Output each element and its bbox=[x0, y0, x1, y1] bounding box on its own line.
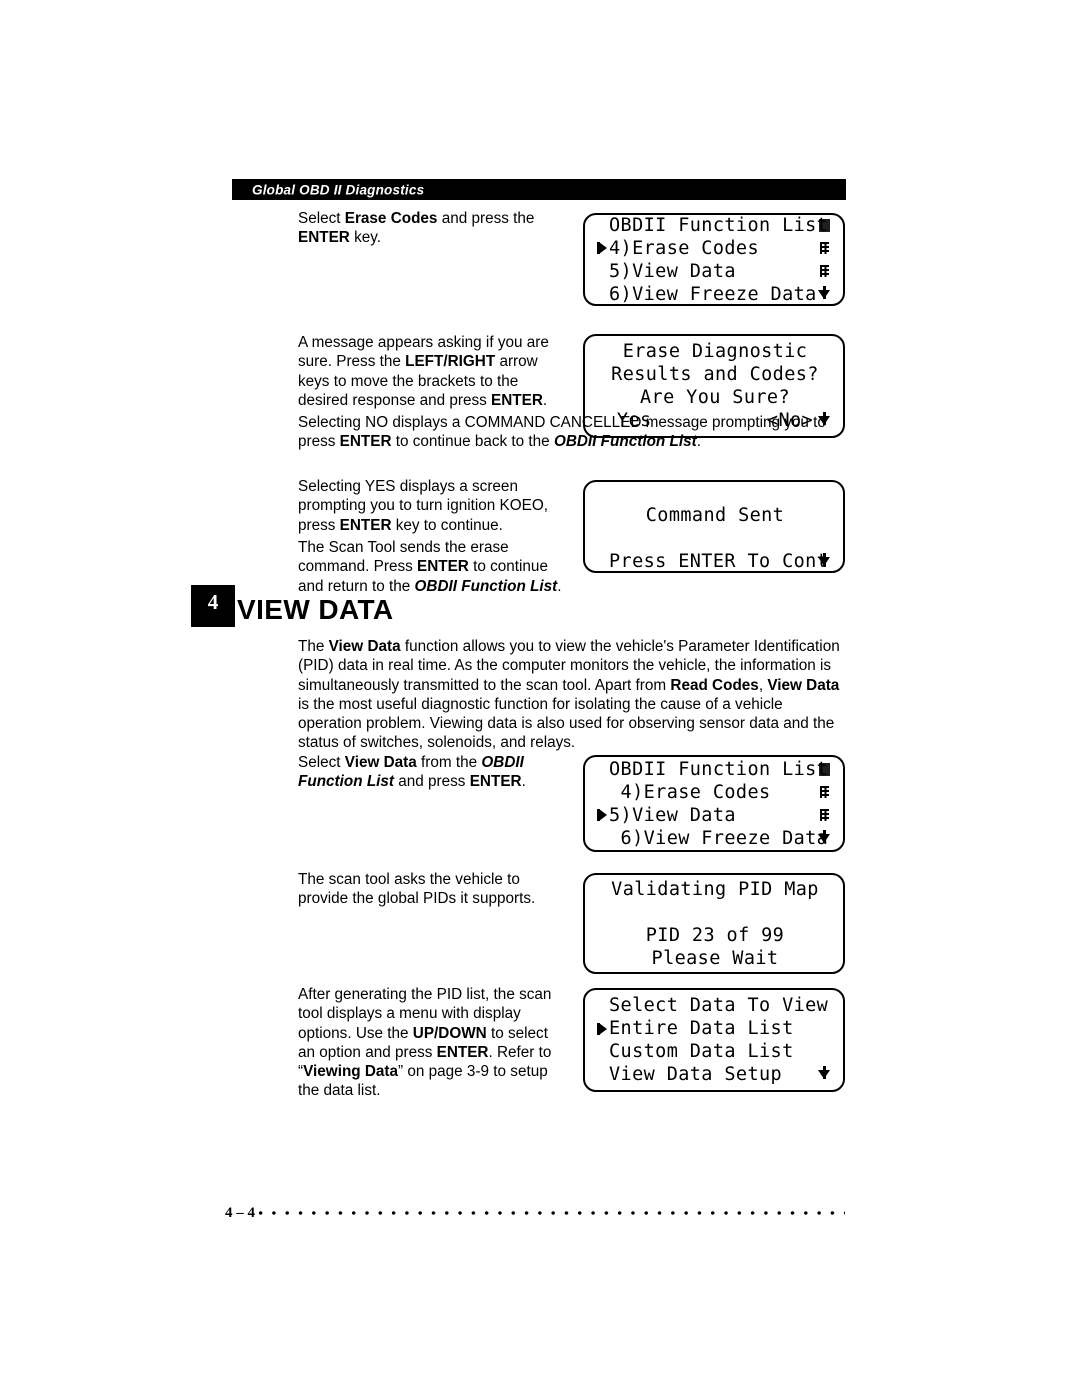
lcd-line: Erase Diagnostic bbox=[595, 340, 835, 363]
lcd-line: OBDII Function List bbox=[595, 758, 835, 781]
lcd-line: Please Wait bbox=[595, 947, 835, 970]
lcd-line-text: View Data Setup bbox=[609, 1064, 783, 1085]
paragraph-view-data-intro: The View Data function allows you to vie… bbox=[298, 638, 840, 752]
scroll-down-arrow-icon bbox=[817, 827, 831, 850]
scroll-down-arrow-icon bbox=[817, 550, 831, 572]
lcd-line-text: Please Wait bbox=[651, 947, 779, 969]
lcd-line-text: 4)Erase Codes bbox=[609, 237, 759, 259]
lcd-line-text: Results and Codes? bbox=[611, 364, 819, 385]
lcd-line-text: 5)View Data bbox=[609, 260, 736, 282]
lcd-line-text: 5)View Data bbox=[609, 804, 736, 826]
lcd-line: Select Data To View bbox=[595, 994, 835, 1017]
lcd-line: 5)View Data bbox=[595, 804, 835, 827]
lcd-screen-command-sent: Command Sent Press ENTER To Cont bbox=[583, 480, 845, 573]
lcd-line: Results and Codes? bbox=[595, 363, 835, 386]
lcd-line: 6)View Freeze Data bbox=[595, 827, 835, 850]
lcd-line-text: 4)Erase Codes bbox=[609, 781, 771, 803]
lcd-line-text: Select Data To View bbox=[609, 995, 829, 1016]
scrollbar-segment-icon bbox=[817, 237, 831, 260]
lcd-line-text: Are You Sure? bbox=[640, 387, 790, 408]
lcd-line-text: Press ENTER To Cont bbox=[609, 550, 829, 572]
lcd-line bbox=[595, 482, 835, 504]
lcd-screen-select-data-to-view: Select Data To View Entire Data List Custo… bbox=[583, 988, 845, 1092]
lcd-line: 5)View Data bbox=[595, 260, 835, 283]
paragraph-selecting-yes: Selecting YES displays a screen promptin… bbox=[298, 478, 548, 534]
lcd-line: Validating PID Map bbox=[595, 878, 835, 901]
lcd-line-text: OBDII Function List bbox=[609, 214, 829, 236]
lcd-line: PID 23 of 99 bbox=[595, 924, 835, 947]
lcd-line: View Data Setup bbox=[595, 1063, 835, 1086]
lcd-line-text: 6)View Freeze Data bbox=[609, 283, 817, 305]
lcd-line-text: PID 23 of 99 bbox=[645, 924, 785, 946]
lcd-line: Custom Data List bbox=[595, 1040, 835, 1063]
lcd-line: OBDII Function List bbox=[595, 214, 835, 237]
lcd-line-text: OBDII Function List bbox=[609, 758, 829, 780]
scroll-down-arrow-icon bbox=[817, 283, 831, 305]
scrollbar-segment-icon bbox=[817, 804, 831, 827]
scroll-down-arrow-icon bbox=[817, 1063, 831, 1086]
page-title: VIEW DATA bbox=[237, 594, 394, 625]
lcd-selection-cursor-icon bbox=[597, 804, 615, 827]
lcd-line: 4)Erase Codes bbox=[595, 237, 835, 260]
lcd-line-text: Custom Data List bbox=[609, 1041, 794, 1062]
paragraph-after-generating-pid-list: After generating the PID list, the scan … bbox=[298, 986, 552, 1100]
lcd-selection-cursor-icon bbox=[597, 237, 615, 260]
lcd-line-text: Command Sent bbox=[645, 504, 785, 526]
footer-page-number: 4 – 4 bbox=[225, 1204, 255, 1221]
lcd-line: Entire Data List bbox=[595, 1017, 835, 1040]
page-footer: 4 – 4 bbox=[225, 1203, 845, 1223]
running-head-text: Global OBD II Diagnostics bbox=[252, 182, 425, 197]
document-page: Global OBD II Diagnostics Select Erase C… bbox=[0, 0, 1080, 1397]
paragraph-scan-tool-sends-erase: The Scan Tool sends the erase command. P… bbox=[298, 539, 562, 595]
paragraph-select-view-data: Select View Data from the OBDII Function… bbox=[298, 754, 526, 791]
scrollbar-segment-icon bbox=[817, 260, 831, 283]
lcd-line-text: Erase Diagnostic bbox=[622, 341, 808, 362]
lcd-line: 6)View Freeze Data bbox=[595, 283, 835, 305]
lcd-line bbox=[595, 901, 835, 924]
running-head-bar: Global OBD II Diagnostics bbox=[232, 179, 846, 200]
lcd-line: Are You Sure? bbox=[595, 386, 835, 409]
paragraph-select-erase-codes: Select Erase Codes and press the ENTER k… bbox=[298, 210, 535, 247]
lcd-line-text: Entire Data List bbox=[609, 1018, 794, 1039]
lcd-screen-validating-pid-map: Validating PID Map PID 23 of 99 Please Wai… bbox=[583, 873, 845, 974]
lcd-inner: Select Data To View Entire Data List Custo… bbox=[585, 990, 843, 1090]
lcd-line-text: Validating PID Map bbox=[611, 878, 819, 900]
lcd-line: 4)Erase Codes bbox=[595, 781, 835, 804]
lcd-line: Command Sent bbox=[595, 504, 835, 527]
scrollbar-segment-icon bbox=[817, 215, 831, 237]
lcd-screen-obdii-function-list-erase: OBDII Function List 4)Erase Codes 5)View D… bbox=[583, 213, 845, 306]
section-number: 4 bbox=[207, 590, 219, 614]
lcd-selection-cursor-icon bbox=[597, 1017, 615, 1040]
lcd-line: Press ENTER To Cont bbox=[595, 550, 835, 572]
lcd-line bbox=[595, 527, 835, 550]
scrollbar-segment-icon bbox=[817, 781, 831, 804]
lcd-screen-obdii-function-list-view: OBDII Function List 4)Erase Codes 5)View … bbox=[583, 755, 845, 852]
footer-dot-leader bbox=[258, 1206, 845, 1220]
paragraph-selecting-no: Selecting NO displays a COMMAND CANCELLE… bbox=[298, 414, 826, 451]
scrollbar-segment-icon bbox=[817, 758, 831, 781]
lcd-inner: OBDII Function List 4)Erase Codes 5)View … bbox=[585, 757, 843, 850]
lcd-inner: Command Sent Press ENTER To Cont bbox=[585, 482, 843, 571]
lcd-line-text: 6)View Freeze Data bbox=[609, 827, 829, 849]
paragraph-message-appears: A message appears asking if you are sure… bbox=[298, 334, 549, 409]
lcd-inner: Validating PID Map PID 23 of 99 Please Wai… bbox=[585, 875, 843, 972]
section-number-tab: 4 bbox=[191, 585, 235, 627]
lcd-inner: OBDII Function List 4)Erase Codes 5)View D… bbox=[585, 215, 843, 304]
paragraph-scan-tool-asks: The scan tool asks the vehicle to provid… bbox=[298, 871, 536, 908]
